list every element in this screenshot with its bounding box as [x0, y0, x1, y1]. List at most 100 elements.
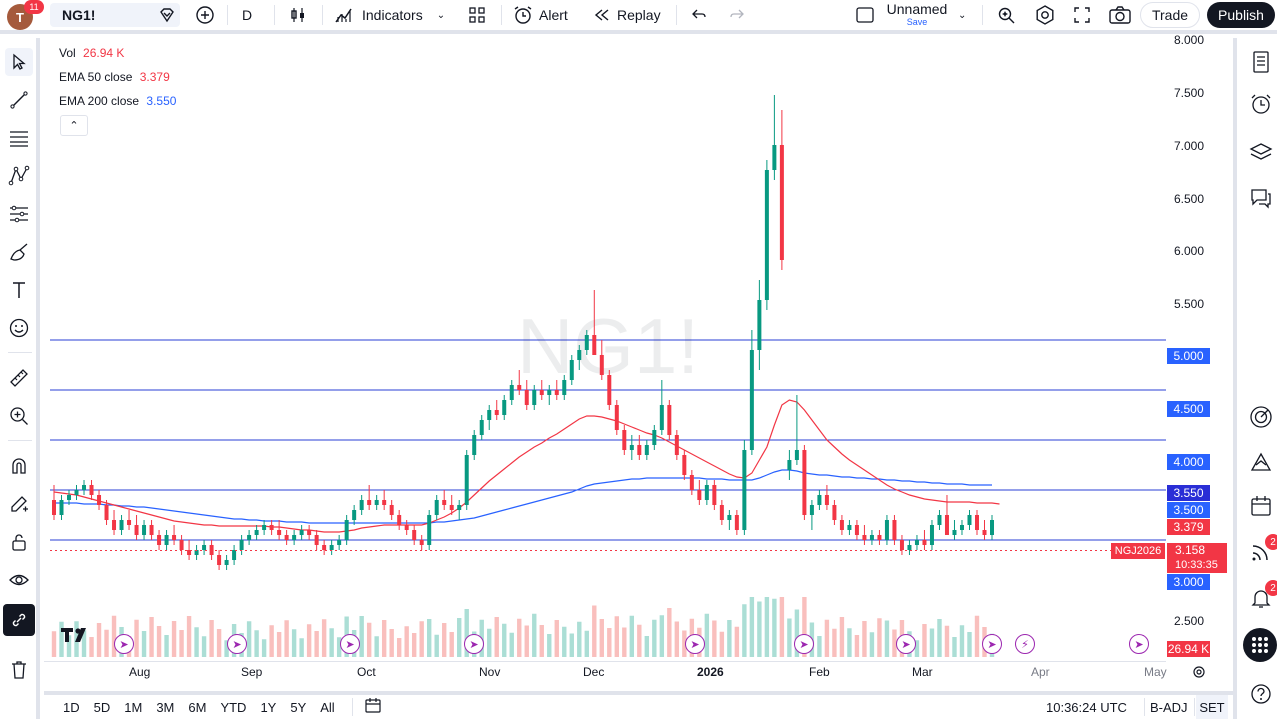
trade-button[interactable]: Trade — [1140, 2, 1200, 28]
dividend-flash-icon[interactable]: ⚡ — [1015, 634, 1035, 654]
candle — [974, 510, 979, 535]
fullscreen-icon[interactable] — [1066, 0, 1098, 30]
trash-icon[interactable] — [5, 656, 33, 684]
range-5y[interactable]: 5Y — [283, 700, 313, 715]
keep-drawing-icon[interactable] — [5, 490, 33, 518]
compare-diamond-icon[interactable] — [152, 0, 182, 30]
alerts-clock-icon[interactable] — [1247, 90, 1275, 118]
target-icon[interactable] — [1247, 403, 1275, 431]
zoom-in-icon[interactable] — [5, 402, 33, 430]
volume-bar — [974, 615, 980, 657]
help-icon[interactable] — [1247, 680, 1275, 708]
candle — [667, 400, 672, 440]
volume-bar — [449, 632, 454, 657]
collapse-legend-chevron-up-icon[interactable]: ⌃ — [60, 115, 88, 136]
add-symbol-icon[interactable] — [189, 0, 221, 30]
earnings-arrow-icon[interactable]: ➤ — [464, 634, 484, 654]
level-tag-5000: 5.000 — [1167, 348, 1210, 364]
replay-button[interactable]: Replay — [586, 0, 667, 30]
price-chart[interactable]: NG1! — [44, 38, 1233, 687]
fib-lines-icon[interactable] — [5, 124, 33, 152]
volume-bar — [569, 633, 574, 657]
calendar-icon[interactable] — [1247, 492, 1275, 520]
range-6m[interactable]: 6M — [181, 700, 213, 715]
earnings-arrow-icon[interactable]: ➤ — [114, 634, 134, 654]
ideas-triangle-icon[interactable] — [1247, 448, 1275, 476]
candle — [674, 430, 679, 460]
ema50-price-tag: 3.379 — [1167, 519, 1210, 535]
layout-name[interactable]: Unnamed Save — [884, 2, 950, 28]
earnings-arrow-icon[interactable]: ➤ — [1129, 634, 1149, 654]
axis-settings-gear-icon[interactable] — [1192, 665, 1206, 684]
text-tool-icon[interactable] — [5, 276, 33, 304]
watchlist-icon[interactable] — [1247, 48, 1275, 76]
candle — [284, 530, 289, 545]
goto-date-calendar-icon[interactable] — [363, 696, 383, 719]
price-axis-label: 8.000 — [1174, 33, 1205, 47]
candle-body — [149, 525, 154, 535]
layers-icon[interactable] — [1247, 138, 1275, 166]
tradingview-logo[interactable] — [61, 626, 93, 649]
candle — [314, 530, 319, 550]
earnings-arrow-icon[interactable]: ➤ — [685, 634, 705, 654]
chart-pane[interactable]: NG1! Vol 26.94 K EMA 50 close 3.379 EMA … — [44, 33, 1233, 687]
ruler-icon[interactable] — [5, 364, 33, 392]
candle — [862, 525, 867, 545]
candle — [967, 510, 972, 530]
earnings-arrow-icon[interactable]: ➤ — [896, 634, 916, 654]
volume-bar — [772, 598, 777, 657]
earnings-arrow-icon[interactable]: ➤ — [227, 634, 247, 654]
lock-icon[interactable] — [5, 528, 33, 556]
candle-body — [659, 405, 664, 430]
chart-type-candles-icon[interactable] — [282, 0, 314, 30]
range-all[interactable]: All — [313, 700, 341, 715]
eye-icon[interactable] — [5, 566, 33, 594]
publish-button[interactable]: Publish — [1207, 2, 1275, 28]
redo-icon[interactable] — [722, 0, 752, 30]
volume-bar — [314, 631, 319, 657]
candle-body — [397, 515, 402, 525]
layout-checkbox-icon[interactable] — [848, 0, 882, 30]
legend-volume[interactable]: Vol 26.94 K — [59, 46, 124, 60]
earnings-arrow-icon[interactable]: ➤ — [340, 634, 360, 654]
layout-chevron-down-icon[interactable]: ⌄ — [952, 0, 972, 30]
magnet-icon[interactable] — [5, 452, 33, 480]
clock-utc[interactable]: 10:36:24 UTC — [1046, 700, 1127, 715]
candle-body — [974, 515, 979, 530]
volume-bar — [216, 629, 222, 657]
earnings-arrow-icon[interactable]: ➤ — [794, 634, 814, 654]
chat-icon[interactable] — [1247, 184, 1275, 212]
range-1d[interactable]: 1D — [56, 700, 87, 715]
range-5d[interactable]: 5D — [87, 700, 118, 715]
settings-gear-icon[interactable] — [1028, 0, 1062, 30]
apps-grid-icon[interactable] — [1243, 628, 1277, 662]
undo-icon[interactable] — [684, 0, 714, 30]
range-1m[interactable]: 1M — [117, 700, 149, 715]
cursor-arrow-icon[interactable] — [5, 48, 33, 76]
snapshot-camera-icon[interactable] — [1102, 0, 1138, 30]
range-ytd[interactable]: YTD — [213, 700, 253, 715]
emoji-icon[interactable] — [5, 314, 33, 342]
range-3m[interactable]: 3M — [149, 700, 181, 715]
notification-badge: 11 — [24, 0, 44, 14]
trend-line-icon[interactable] — [5, 86, 33, 114]
indicators-button[interactable]: Indicators ⌄ — [328, 0, 451, 30]
volume-bar — [637, 624, 642, 657]
range-1y[interactable]: 1Y — [253, 700, 283, 715]
pattern-icon[interactable] — [5, 162, 33, 190]
adjustment-toggle[interactable]: B-ADJ — [1150, 700, 1188, 715]
prediction-measure-icon[interactable] — [5, 200, 33, 228]
alert-button[interactable]: Alert — [506, 0, 574, 30]
candle-body — [764, 170, 769, 300]
session-toggle[interactable]: SET — [1196, 695, 1228, 719]
candle-body — [772, 145, 777, 170]
quick-search-icon[interactable] — [990, 0, 1024, 30]
legend-ema50[interactable]: EMA 50 close 3.379 — [59, 70, 170, 84]
layouts-grid-icon[interactable] — [462, 0, 492, 30]
indicators-chevron-down-icon[interactable]: ⌄ — [437, 10, 445, 21]
interval-button[interactable]: D — [236, 0, 258, 30]
link-icon[interactable] — [3, 604, 35, 636]
earnings-arrow-icon[interactable]: ➤ — [982, 634, 1002, 654]
brush-icon[interactable] — [5, 238, 33, 266]
legend-ema200[interactable]: EMA 200 close 3.550 — [59, 94, 176, 108]
